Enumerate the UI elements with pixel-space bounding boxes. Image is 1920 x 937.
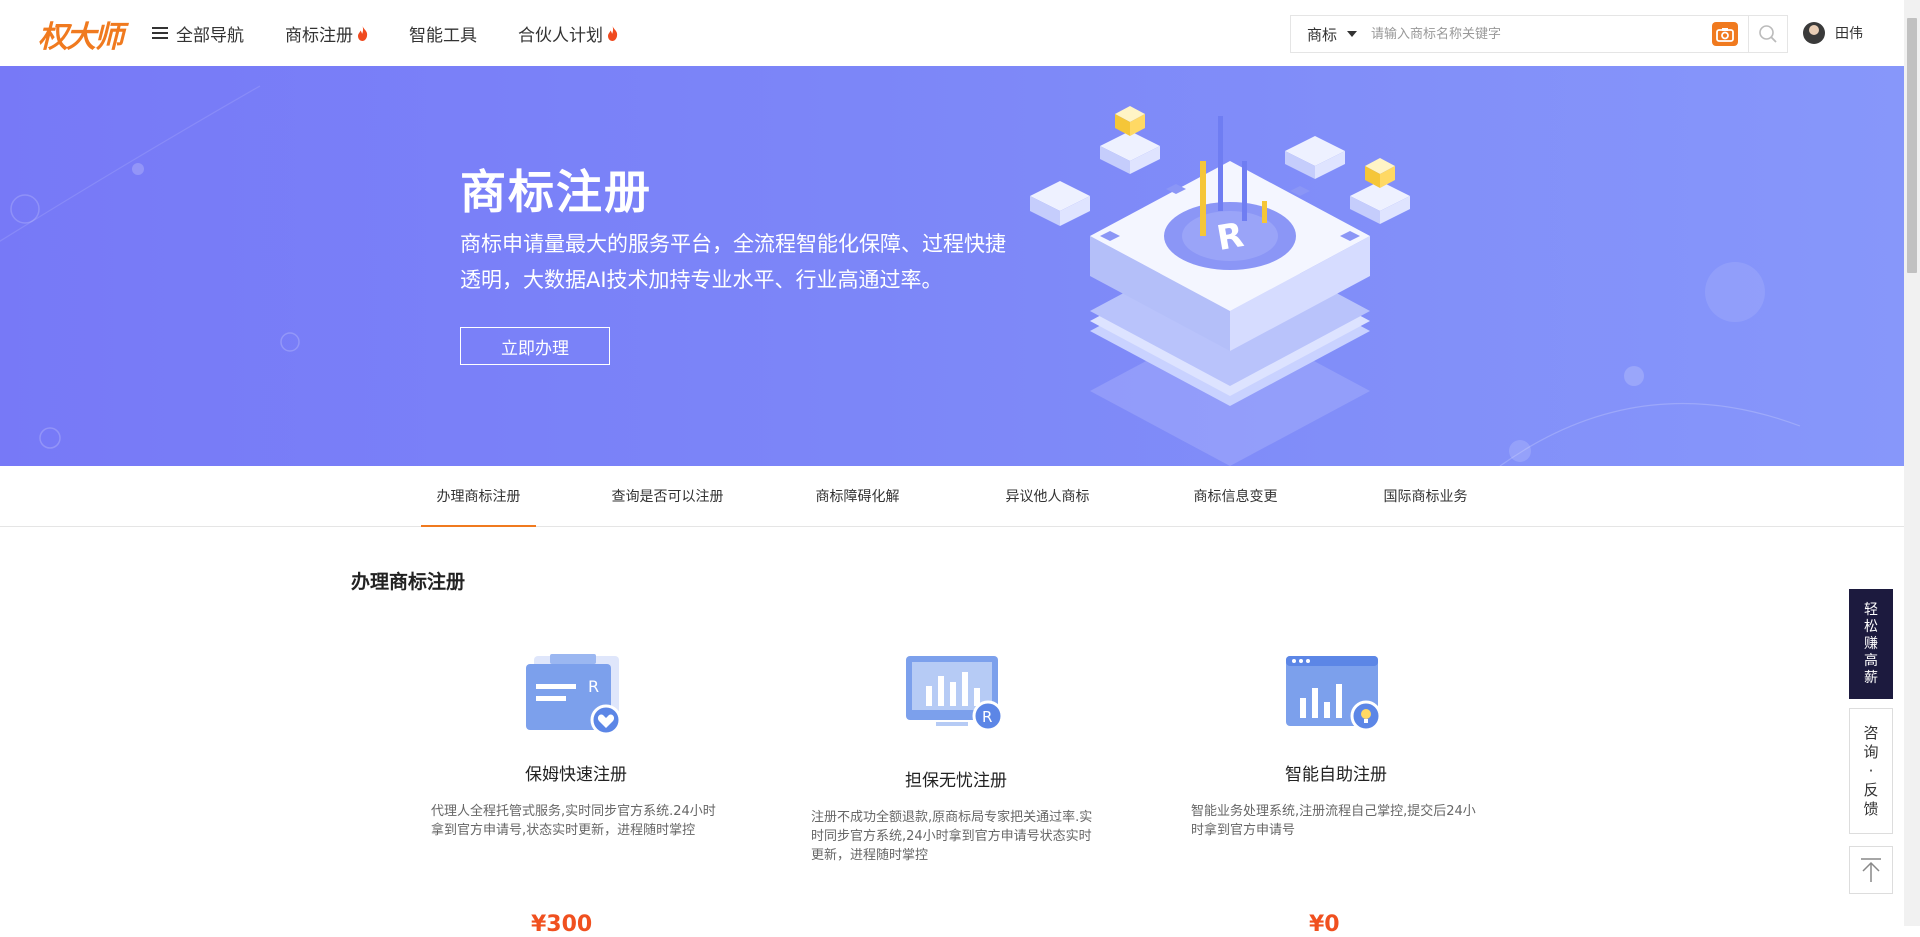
nav-trademark-label: 商标注册 — [285, 25, 353, 46]
search-type-select[interactable]: 商标 — [1291, 24, 1361, 45]
nav-partner-label: 合伙人计划 — [518, 25, 603, 46]
avatar — [1803, 22, 1825, 44]
search-button[interactable] — [1748, 16, 1787, 52]
tab-info-change[interactable]: 商标信息变更 — [1178, 466, 1293, 526]
side-char: · — [1868, 761, 1874, 780]
nav-smart-tools[interactable]: 智能工具 — [409, 21, 477, 46]
trademark-platform-illustration: R — [1030, 106, 1410, 466]
tab-oppose-trademark[interactable]: 异议他人商标 — [990, 466, 1105, 526]
search-type-label: 商标 — [1307, 25, 1338, 44]
side-char: 薪 — [1864, 669, 1878, 686]
trademark-folder-heart-icon: R — [526, 654, 622, 736]
nav-trademark-register[interactable]: 商标注册 — [285, 21, 368, 46]
apply-now-button[interactable]: 立即办理 — [460, 327, 610, 365]
menu-icon — [152, 26, 168, 40]
card-price: ¥300 — [531, 912, 593, 937]
fire-icon — [608, 25, 618, 41]
tab-label: 异议他人商标 — [1005, 489, 1090, 505]
search-icon — [1759, 25, 1777, 43]
search-bar: 商标 — [1290, 15, 1788, 53]
monitor-chart-trademark-icon: R — [906, 656, 1004, 732]
card-title: 智能自助注册 — [1285, 765, 1387, 785]
main-nav: 全部导航 商标注册 智能工具 合伙人计划 — [152, 0, 659, 66]
tab-label: 商标障碍化解 — [815, 489, 900, 505]
nav-all-label: 全部导航 — [176, 25, 244, 46]
side-char: 高 — [1864, 652, 1878, 669]
nav-all[interactable]: 全部导航 — [152, 21, 244, 46]
hero-banner: 商标注册 商标申请量最大的服务平台，全流程智能化保障、过程快捷透明，大数据AI技… — [0, 66, 1904, 466]
nav-partner-plan[interactable]: 合伙人计划 — [518, 21, 618, 46]
tab-register-trademark[interactable]: 办理商标注册 — [421, 466, 536, 527]
card-description: 代理人全程托管式服务,实时同步官方系统.24小时拿到官方申请号,状态实时更新，进… — [431, 804, 716, 838]
card-price: ¥0 — [1309, 912, 1340, 937]
tab-label: 商标信息变更 — [1193, 489, 1278, 505]
banner-description: 商标申请量最大的服务平台，全流程智能化保障、过程快捷透明，大数据AI技术加持专业… — [460, 232, 1006, 292]
tab-label: 查询是否可以注册 — [611, 489, 724, 505]
caret-down-icon — [1347, 31, 1358, 37]
card-title: 担保无忧注册 — [905, 771, 1007, 791]
side-char: 松 — [1864, 618, 1878, 635]
side-char: 赚 — [1864, 635, 1878, 652]
card-description: 注册不成功全额退款,原商标局专家把关通过率.实时同步官方系统,24小时拿到官方申… — [811, 810, 1093, 863]
active-tab-indicator — [421, 525, 536, 527]
site-logo[interactable]: 权大师 — [38, 12, 124, 56]
tab-label: 国际商标业务 — [1383, 489, 1468, 505]
svg-text:R: R — [588, 677, 599, 696]
consult-feedback-button[interactable]: 咨 询 · 反 馈 — [1849, 708, 1893, 834]
tab-international[interactable]: 国际商标业务 — [1368, 466, 1483, 526]
side-char: 馈 — [1863, 799, 1879, 818]
nav-tools-label: 智能工具 — [409, 25, 477, 46]
banner-title: 商标注册 — [460, 165, 652, 219]
section-title: 办理商标注册 — [351, 571, 466, 593]
image-search-button[interactable] — [1712, 22, 1738, 46]
side-char: 咨 — [1863, 723, 1879, 742]
side-char: 询 — [1863, 742, 1879, 761]
fire-icon — [358, 25, 368, 41]
tab-resolve-obstacles[interactable]: 商标障碍化解 — [800, 466, 915, 526]
service-tabs: 办理商标注册 查询是否可以注册 商标障碍化解 异议他人商标 商标信息变更 国际商… — [0, 466, 1904, 527]
search-input[interactable] — [1361, 16, 1712, 52]
svg-text:R: R — [982, 708, 992, 726]
top-header: 权大师 全部导航 商标注册 智能工具 合伙人计划 商标 请输入商标名称关键字 田… — [0, 0, 1904, 66]
tab-check-availability[interactable]: 查询是否可以注册 — [600, 466, 735, 526]
side-char: 反 — [1863, 780, 1879, 799]
back-to-top-button[interactable] — [1849, 846, 1893, 894]
user-name: 田伟 — [1835, 26, 1863, 42]
user-menu[interactable]: 田伟 — [1803, 22, 1863, 44]
back-to-top-icon — [1861, 858, 1881, 882]
page-scrollbar[interactable] — [1904, 0, 1920, 926]
browser-chart-bulb-icon — [1286, 656, 1382, 732]
card-title: 保姆快速注册 — [525, 765, 627, 785]
card-description: 智能业务处理系统,注册流程自己掌控,提交后24小时拿到官方申请号 — [1191, 804, 1476, 838]
earn-high-salary-button[interactable]: 轻 松 赚 高 薪 — [1849, 589, 1893, 699]
camera-icon — [1716, 27, 1734, 42]
tab-label: 办理商标注册 — [436, 489, 521, 505]
scrollbar-thumb[interactable] — [1907, 18, 1917, 273]
side-char: 轻 — [1864, 601, 1878, 618]
